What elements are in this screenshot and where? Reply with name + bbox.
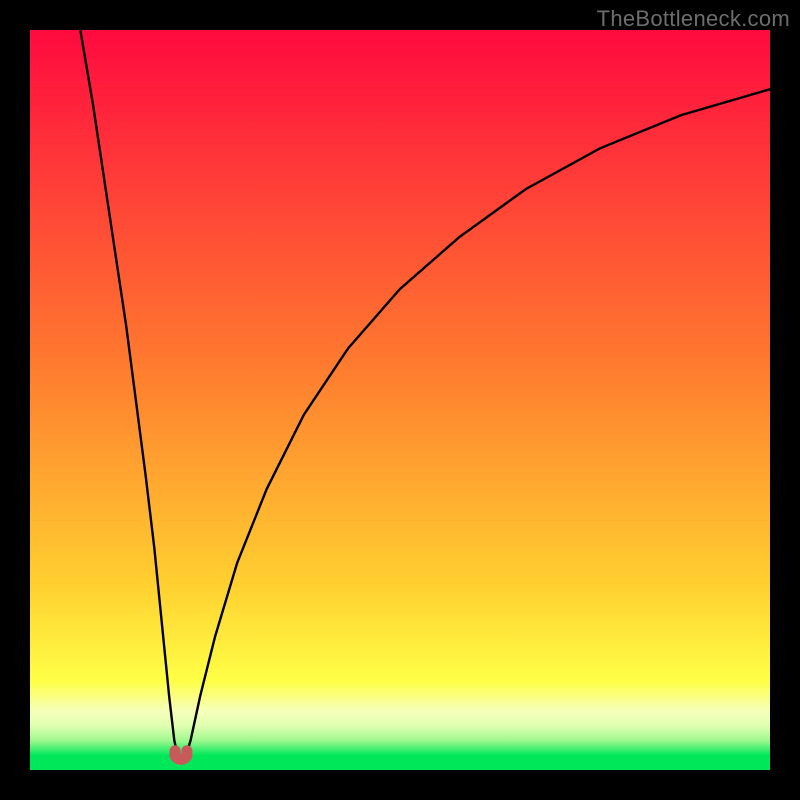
- chart-frame: [30, 30, 770, 770]
- gradient-background: [30, 30, 770, 770]
- chart-plot: [30, 30, 770, 770]
- watermark-text: TheBottleneck.com: [597, 6, 790, 32]
